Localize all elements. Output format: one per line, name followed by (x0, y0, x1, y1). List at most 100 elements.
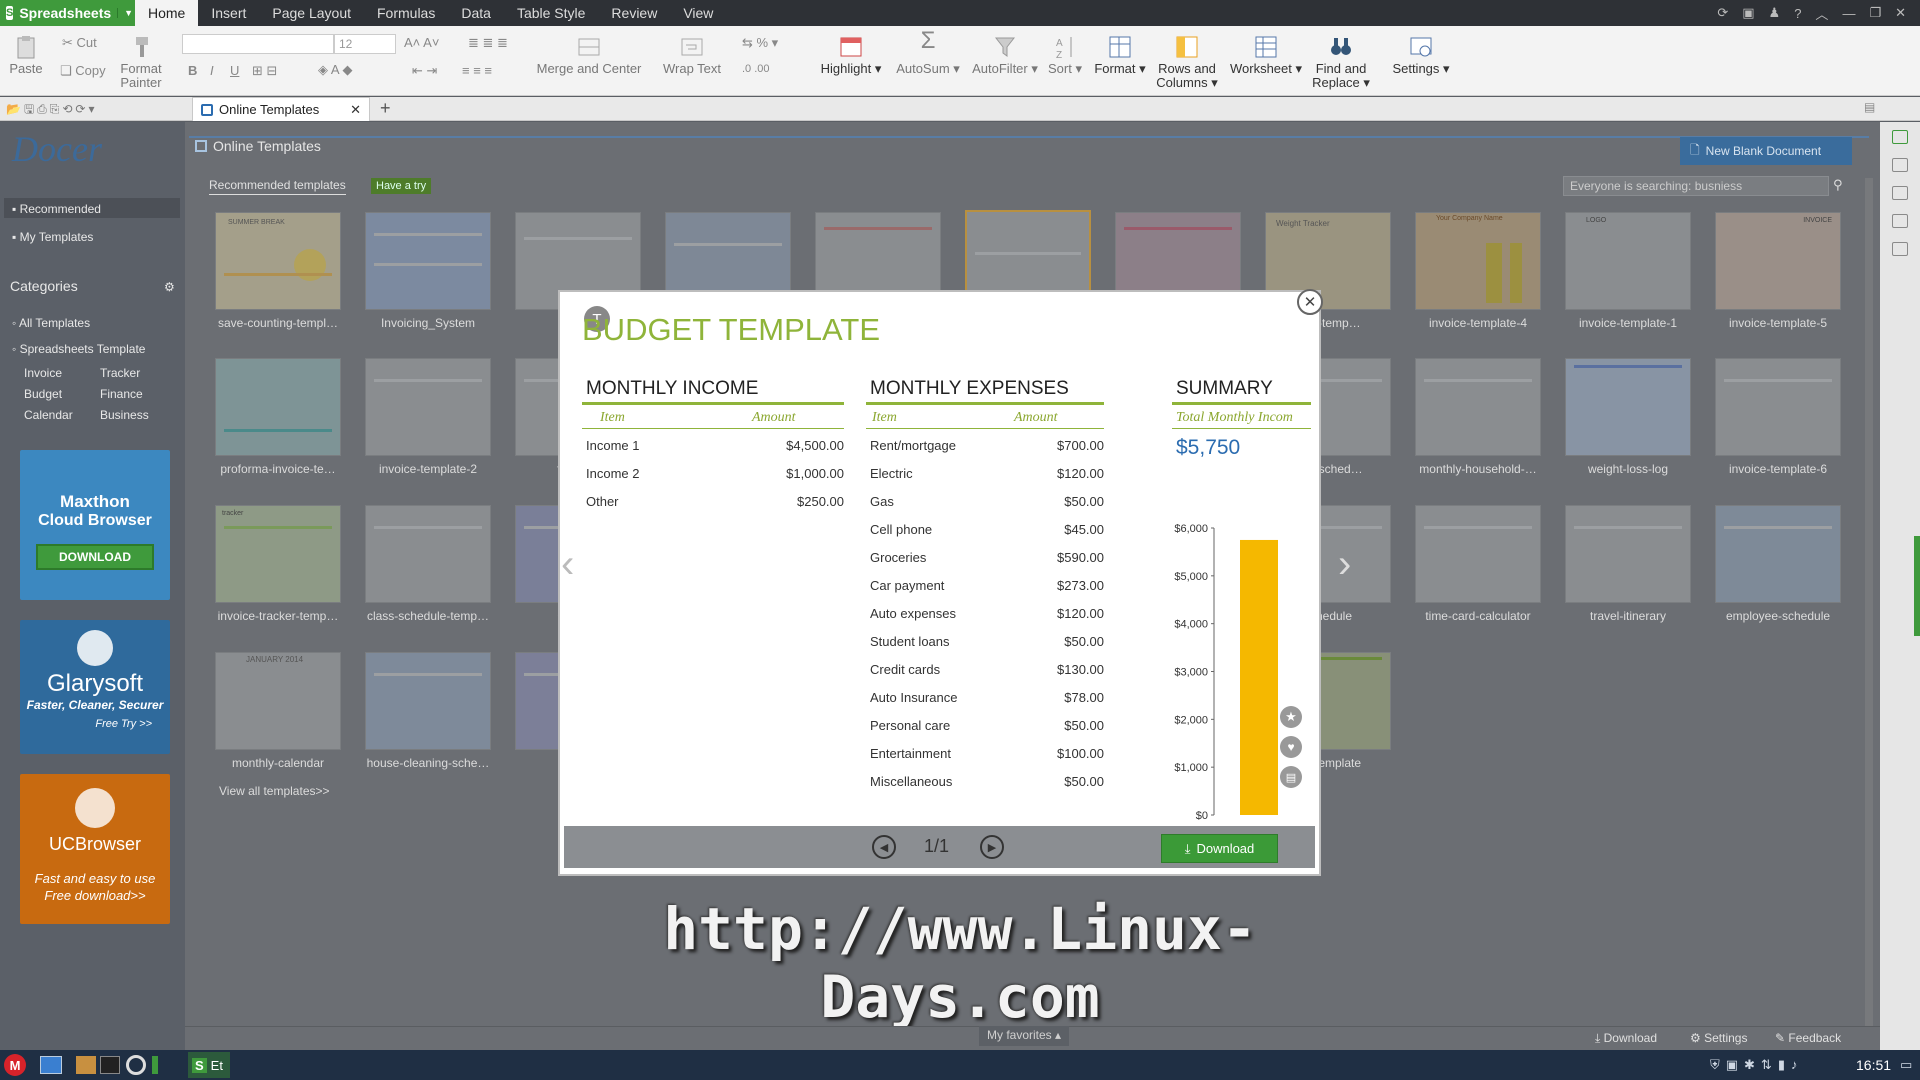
autofilter-button[interactable]: AutoFilter ▾ (968, 34, 1042, 76)
template-label[interactable]: invoice-template-2 (353, 462, 503, 476)
skin-icon[interactable]: ▣ (1742, 5, 1754, 21)
ad-ucbrowser[interactable]: UCBrowser Fast and easy to use Free down… (20, 774, 170, 924)
number-format-icon[interactable]: ⇆ % ▾ (742, 35, 778, 51)
prev-template-arrow[interactable]: ‹ (561, 542, 574, 587)
borders-icon[interactable]: ⊞ ⊟ (252, 63, 277, 79)
tab-page-layout[interactable]: Page Layout (259, 0, 364, 26)
layout-icon[interactable] (1892, 186, 1908, 200)
template-label[interactable]: weight-loss-log (1553, 462, 1703, 476)
have-a-try-badge[interactable]: Have a try (371, 178, 432, 194)
close-preview-button[interactable]: ✕ (1297, 289, 1323, 315)
template-label[interactable]: invoice-template-5 (1703, 316, 1853, 330)
template-thumb[interactable] (1565, 505, 1691, 603)
paste-button[interactable]: Paste (6, 34, 46, 76)
tab-insert[interactable]: Insert (198, 0, 259, 26)
file-manager-icon[interactable] (76, 1056, 96, 1074)
template-label[interactable]: travel-itinerary (1553, 609, 1703, 623)
rows-columns-button[interactable]: Rows and Columns ▾ (1154, 34, 1220, 90)
terminal-icon[interactable] (100, 1056, 120, 1074)
template-thumb[interactable]: JANUARY 2014 (215, 652, 341, 750)
template-thumb[interactable] (365, 652, 491, 750)
template-search-input[interactable]: Everyone is searching: busniess (1563, 176, 1829, 196)
system-tray[interactable]: ⛨▣✱⇅▮♪ (1710, 1057, 1803, 1073)
download-template-button[interactable]: ⤓ Download (1161, 834, 1278, 863)
template-thumb[interactable] (365, 212, 491, 310)
template-thumb[interactable] (1715, 358, 1841, 456)
category-spreadsheets[interactable]: ◦ Spreadsheets Template (12, 342, 145, 356)
template-label[interactable]: proforma-invoice-te… (203, 462, 353, 476)
template-thumb[interactable] (1415, 505, 1541, 603)
next-page-button[interactable]: ▶ (980, 835, 1004, 859)
category-settings-icon[interactable]: ⚙ (164, 280, 175, 294)
ad-download-button[interactable]: DOWNLOAD (36, 544, 154, 570)
format-button[interactable]: Format ▾ (1092, 34, 1148, 76)
template-label[interactable]: house-cleaning-sche… (353, 756, 503, 770)
category-all[interactable]: ◦ All Templates (12, 316, 90, 330)
template-label[interactable]: monthly-household-… (1403, 462, 1553, 476)
bottom-feedback-link[interactable]: ✎ Feedback (1775, 1031, 1841, 1045)
template-thumb[interactable] (1565, 358, 1691, 456)
sync-icon[interactable]: ⟳ (1717, 5, 1728, 21)
tab-recommended-templates[interactable]: Recommended templates (209, 178, 346, 195)
template-thumb[interactable]: SUMMER BREAK (215, 212, 341, 310)
template-label[interactable]: invoice-template-6 (1703, 462, 1853, 476)
tab-data[interactable]: Data (448, 0, 504, 26)
template-thumb[interactable]: Your Company Name (1415, 212, 1541, 310)
bottom-download-link[interactable]: ⤓ Download (1595, 1031, 1657, 1046)
bold-button[interactable]: B (188, 63, 197, 78)
template-label[interactable]: time-card-calculator (1403, 609, 1553, 623)
tab-list-icon[interactable]: ▤ (1864, 100, 1875, 114)
backup-icon[interactable] (1892, 242, 1908, 256)
shapes-icon[interactable] (1892, 214, 1908, 228)
new-document-icon[interactable] (1892, 130, 1908, 144)
new-tab-icon[interactable]: + (380, 98, 391, 119)
category-business[interactable]: Business (100, 408, 149, 422)
category-tracker[interactable]: Tracker (100, 366, 140, 380)
worksheet-button[interactable]: Worksheet ▾ (1228, 34, 1304, 76)
find-replace-button[interactable]: Find and Replace ▾ (1310, 34, 1372, 90)
template-thumb[interactable] (1715, 505, 1841, 603)
start-menu-icon[interactable]: M (4, 1054, 26, 1076)
next-template-arrow[interactable]: › (1338, 542, 1351, 587)
tab-formulas[interactable]: Formulas (364, 0, 448, 26)
heart-icon[interactable]: ♥ (1280, 736, 1302, 758)
template-label[interactable]: invoice-tracker-temp… (203, 609, 353, 623)
show-desktop-icon[interactable]: ▭ (1900, 1057, 1912, 1073)
nav-recommended[interactable]: ▪ Recommended (12, 202, 101, 216)
highlight-button[interactable]: Highlight ▾ (816, 34, 886, 76)
underline-button[interactable]: U (230, 63, 239, 78)
ad-glarysoft[interactable]: Glarysoft Faster, Cleaner, Securer Free … (20, 620, 170, 754)
merge-center-button[interactable]: Merge and Center (530, 34, 648, 76)
autosum-button[interactable]: Σ AutoSum ▾ (890, 29, 966, 76)
template-thumb[interactable] (365, 358, 491, 456)
template-label[interactable]: Invoicing_System (353, 316, 503, 330)
bottom-settings-link[interactable]: ⚙ Settings (1690, 1031, 1747, 1045)
template-label[interactable]: invoice-template-1 (1553, 316, 1703, 330)
decimal-icon[interactable]: .0 .00 (742, 63, 770, 75)
prev-page-button[interactable]: ◀ (872, 835, 896, 859)
shirt-icon[interactable]: ♟ (1769, 5, 1781, 21)
template-thumb[interactable] (215, 358, 341, 456)
category-finance[interactable]: Finance (100, 387, 143, 401)
side-panel-handle[interactable] (1914, 536, 1920, 636)
desktop-icon[interactable] (40, 1056, 62, 1074)
template-label[interactable]: invoice-template-4 (1403, 316, 1553, 330)
tab-view[interactable]: View (670, 0, 726, 26)
settings-button[interactable]: Settings ▾ (1388, 34, 1454, 76)
close-window-icon[interactable]: ✕ (1895, 5, 1906, 21)
search-icon[interactable]: ⚲ (1833, 177, 1843, 193)
align-left-icon[interactable]: ≡ ≡ ≡ (462, 63, 492, 78)
category-budget[interactable]: Budget (24, 387, 62, 401)
align-top-icon[interactable]: ≣ ≣ ≣ (468, 35, 508, 51)
minimize-icon[interactable]: — (1842, 6, 1855, 21)
category-calendar[interactable]: Calendar (24, 408, 73, 422)
italic-button[interactable]: I (210, 63, 214, 78)
template-label[interactable]: monthly-calendar (203, 756, 353, 770)
app-menu-button[interactable]: S Spreadsheets ▼ (0, 0, 135, 26)
font-name-select[interactable] (182, 34, 334, 54)
font-size-select[interactable]: 12 (334, 34, 396, 54)
template-label[interactable]: save-counting-templ… (203, 316, 353, 330)
properties-icon[interactable] (1892, 158, 1908, 172)
template-thumb[interactable]: INVOICE (1715, 212, 1841, 310)
tab-online-templates[interactable]: Online Templates ✕ (192, 97, 370, 121)
